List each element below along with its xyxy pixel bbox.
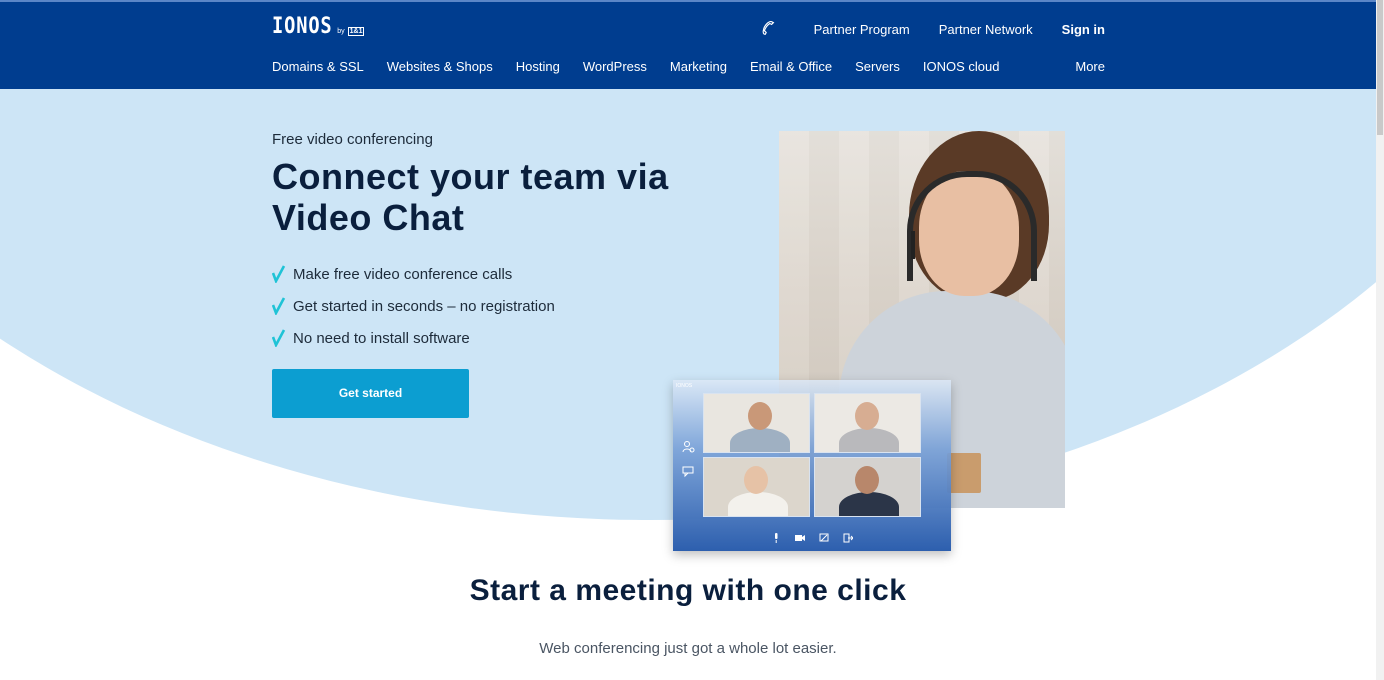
participant-tile — [703, 457, 810, 517]
nav-servers[interactable]: Servers — [855, 59, 900, 74]
sign-in-link[interactable]: Sign in — [1062, 22, 1105, 37]
main-nav: Domains & SSL Websites & Shops Hosting W… — [272, 59, 1105, 74]
page: IONOS by 1&1 Partner Program Partner Net… — [0, 0, 1376, 680]
scrollbar-thumb[interactable] — [1377, 0, 1383, 135]
chat-icon — [682, 466, 694, 478]
logo-by: by — [337, 28, 345, 35]
leave-icon — [843, 533, 853, 543]
logo-badge: 1&1 — [347, 27, 365, 36]
conference-controls — [673, 533, 951, 543]
participant-tile — [814, 457, 921, 517]
phone-icon[interactable] — [759, 19, 785, 40]
nav-marketing[interactable]: Marketing — [670, 59, 727, 74]
camera-icon — [795, 535, 805, 541]
check-icon — [272, 297, 286, 315]
feature-item: Make free video conference calls — [272, 258, 692, 290]
participant-tile — [703, 393, 810, 453]
check-icon — [272, 265, 286, 283]
site-header: IONOS by 1&1 Partner Program Partner Net… — [0, 0, 1376, 89]
nav-hosting[interactable]: Hosting — [516, 59, 560, 74]
logo-text: IONOS — [272, 14, 333, 39]
participant-tile — [814, 393, 921, 453]
feature-item: Get started in seconds – no registration — [272, 290, 692, 322]
page-scrollbar[interactable] — [1376, 0, 1384, 680]
hero-eyebrow: Free video conferencing — [272, 131, 433, 148]
get-started-button[interactable]: Get started — [272, 369, 469, 418]
feature-text: Get started in seconds – no registration — [293, 297, 555, 315]
participant-grid — [703, 393, 921, 517]
conference-title: IONOS — [676, 383, 693, 389]
ionos-logo[interactable]: IONOS by 1&1 — [272, 14, 365, 39]
partner-network-link[interactable]: Partner Network — [939, 22, 1033, 37]
screen-share-icon — [819, 533, 829, 542]
nav-websites-shops[interactable]: Websites & Shops — [387, 59, 493, 74]
participants-icon — [682, 441, 695, 453]
video-conference-preview: IONOS — [673, 380, 951, 551]
conference-side-toolbar — [681, 440, 695, 478]
nav-more[interactable]: More — [1075, 59, 1105, 74]
feature-item: No need to install software — [272, 322, 692, 354]
nav-email-office[interactable]: Email & Office — [750, 59, 832, 74]
partner-program-link[interactable]: Partner Program — [814, 22, 910, 37]
nav-wordpress[interactable]: WordPress — [583, 59, 647, 74]
microphone-icon — [775, 533, 778, 543]
nav-ionos-cloud[interactable]: IONOS cloud — [923, 59, 1000, 74]
section-subtitle: Web conferencing just got a whole lot ea… — [539, 640, 837, 657]
feature-list: Make free video conference calls Get sta… — [272, 258, 692, 354]
hero-content: Free video conferencing Connect your tea… — [272, 131, 692, 418]
nav-domains-ssl[interactable]: Domains & SSL — [272, 59, 364, 74]
feature-text: Make free video conference calls — [293, 265, 513, 283]
top-links: Partner Program Partner Network Sign in — [759, 19, 1105, 40]
hero-title: Connect your team via Video Chat — [272, 156, 669, 238]
section-title: Start a meeting with one click — [469, 574, 907, 607]
check-icon — [272, 329, 286, 347]
feature-text: No need to install software — [293, 329, 470, 347]
